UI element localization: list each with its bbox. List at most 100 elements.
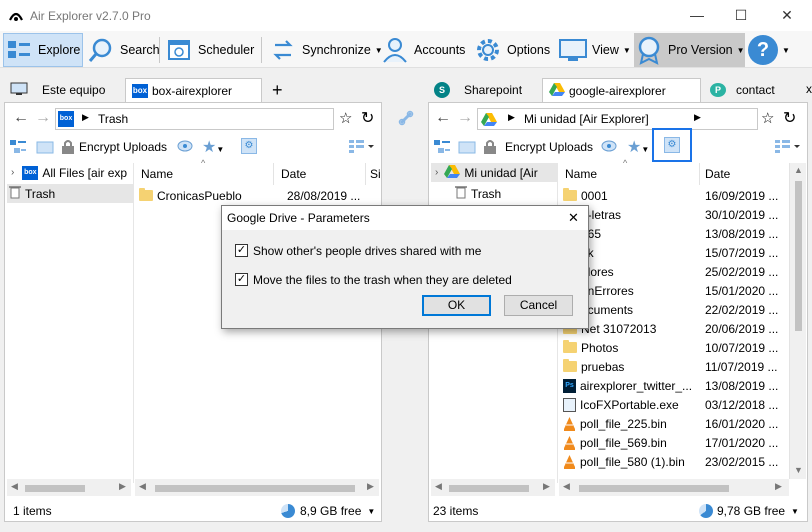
scroll-thumb[interactable] <box>25 485 85 492</box>
star-icon[interactable]: ☆ <box>339 109 352 127</box>
left-free-space[interactable]: 8,9 GB free ▼ <box>281 504 375 518</box>
forward-arrow-icon[interactable]: → <box>457 109 473 127</box>
left-list-hscroll[interactable]: ◀ ▶ <box>135 479 379 496</box>
tree-view-icon[interactable] <box>433 138 451 159</box>
scroll-right-icon[interactable]: ▶ <box>367 481 374 492</box>
scroll-left-icon[interactable]: ◀ <box>563 481 570 492</box>
new-folder-icon[interactable] <box>36 138 54 157</box>
scroll-down-icon[interactable]: ▼ <box>794 465 803 475</box>
parameters-gear-icon[interactable]: ⚙ <box>241 138 257 154</box>
tab-sharepoint[interactable]: S Sharepoint <box>428 78 528 102</box>
star-icon[interactable]: ☆ <box>761 109 774 127</box>
lock-icon <box>61 139 75 158</box>
column-name[interactable]: Name <box>141 167 173 181</box>
scroll-left-icon[interactable]: ◀ <box>139 481 146 492</box>
back-arrow-icon[interactable]: ← <box>13 109 29 127</box>
preview-icon[interactable] <box>177 139 193 156</box>
search-button[interactable]: Search <box>86 33 160 67</box>
right-vscroll[interactable]: ▲ ▼ <box>789 163 806 479</box>
scroll-right-icon[interactable]: ▶ <box>119 481 126 492</box>
add-tab-button[interactable]: + <box>266 78 289 102</box>
scroll-left-icon[interactable]: ◀ <box>435 481 442 492</box>
pro-version-button[interactable]: Pro Version ▼ <box>634 33 745 67</box>
file-row[interactable]: 1-letras 30/10/2019 ... <box>563 205 787 224</box>
refresh-icon[interactable]: ↻ <box>361 108 374 128</box>
synchronize-button[interactable]: Synchronize ▼ <box>268 33 383 67</box>
refresh-icon[interactable]: ↻ <box>783 108 796 128</box>
file-row[interactable]: poll_file_569.bin 17/01/2020 ... <box>563 433 787 452</box>
encrypt-uploads-button[interactable]: Encrypt Uploads <box>505 140 593 154</box>
maximize-button[interactable]: ☐ <box>718 0 764 31</box>
parameters-button-highlight[interactable]: ⚙ <box>652 128 692 162</box>
close-window-button[interactable]: ✕ <box>764 0 810 31</box>
scroll-right-icon[interactable]: ▶ <box>543 481 550 492</box>
options-button[interactable]: Options <box>473 33 550 67</box>
file-row[interactable]: poll_file_580 (1).bin 23/02/2015 ... <box>563 452 787 471</box>
explore-button[interactable]: Explore <box>3 33 83 67</box>
file-row[interactable]: Photos 10/07/2019 ... <box>563 338 787 357</box>
file-row[interactable]: IcoFXPortable.exe 03/12/2018 ... <box>563 395 787 414</box>
left-tree-hscroll[interactable]: ◀ ▶ <box>7 479 131 496</box>
help-button[interactable]: ? ▼ <box>748 33 790 67</box>
tree-item-all-files[interactable]: › box All Files [air exp <box>5 163 133 182</box>
column-date[interactable]: Date <box>281 167 306 181</box>
file-row[interactable]: olores 25/02/2019 ... <box>563 262 787 281</box>
file-row[interactable]: CronicasPueblo 28/08/2019 ... <box>139 186 379 205</box>
dialog-close-button[interactable]: ✕ <box>568 210 579 226</box>
parameters-gear-icon[interactable]: ⚙ <box>664 137 680 153</box>
file-row[interactable]: Ps airexplorer_twitter_... 13/08/2019 ... <box>563 376 787 395</box>
column-name[interactable]: Name <box>565 167 597 181</box>
new-folder-icon[interactable] <box>458 138 476 157</box>
favorites-star-icon[interactable]: ★▼ <box>627 137 649 157</box>
tab-este-equipo[interactable]: Este equipo <box>4 78 111 102</box>
column-size[interactable]: Si <box>370 167 381 181</box>
scroll-right-icon[interactable]: ▶ <box>775 481 782 492</box>
link-panes-icon[interactable] <box>398 110 414 129</box>
scroll-thumb[interactable] <box>579 485 729 492</box>
forward-arrow-icon[interactable]: → <box>35 109 51 127</box>
column-date[interactable]: Date <box>705 167 730 181</box>
back-arrow-icon[interactable]: ← <box>435 109 451 127</box>
right-tree-hscroll[interactable]: ◀ ▶ <box>431 479 555 496</box>
tab-close-icon[interactable]: x <box>806 82 812 96</box>
accounts-button[interactable]: Accounts <box>380 33 465 67</box>
right-free-space[interactable]: 9,78 GB free ▼ <box>699 504 799 518</box>
path-arrow-icon: ▶ <box>694 112 701 122</box>
scroll-up-icon[interactable]: ▲ <box>794 165 803 175</box>
tree-item-trash[interactable]: Trash <box>455 184 555 203</box>
minimize-button[interactable]: — <box>674 0 720 31</box>
file-row[interactable]: onErrores 15/01/2020 ... <box>563 281 787 300</box>
file-row[interactable]: pruebas 11/07/2019 ... <box>563 357 787 376</box>
scroll-thumb[interactable] <box>795 181 802 331</box>
file-row[interactable]: Net 31072013 20/06/2019 ... <box>563 319 787 338</box>
scroll-left-icon[interactable]: ◀ <box>11 481 18 492</box>
file-row[interactable]: 565 13/08/2019 ... <box>563 224 787 243</box>
scroll-thumb[interactable] <box>155 485 355 492</box>
ok-button[interactable]: OK <box>422 295 491 316</box>
view-mode-icon[interactable] <box>349 139 375 156</box>
tree-item-mi-unidad[interactable]: › Mi unidad [Air <box>431 163 557 182</box>
tab-box-airexplorer[interactable]: box box-airexplorer <box>125 78 262 102</box>
file-row[interactable]: ak 15/07/2019 ... <box>563 243 787 262</box>
encrypt-uploads-button[interactable]: Encrypt Uploads <box>79 140 167 154</box>
tab-contact[interactable]: P contact x <box>704 78 812 102</box>
preview-icon[interactable] <box>601 139 617 156</box>
tree-item-trash[interactable]: Trash <box>7 184 133 203</box>
scroll-thumb[interactable] <box>449 485 529 492</box>
view-mode-icon[interactable] <box>775 139 801 156</box>
checkbox-shared-drives[interactable]: ✓ <box>235 244 248 257</box>
file-row[interactable]: poll_file_225.bin 16/01/2020 ... <box>563 414 787 433</box>
tab-google-airexplorer[interactable]: google-airexplorer <box>542 78 701 102</box>
favorites-star-icon[interactable]: ★▼ <box>202 137 224 157</box>
scheduler-button[interactable]: Scheduler <box>164 33 254 67</box>
file-row[interactable]: 0001 16/09/2019 ... <box>563 186 787 205</box>
cancel-button[interactable]: Cancel <box>504 295 573 316</box>
view-button[interactable]: View ▼ <box>558 33 631 67</box>
right-list-hscroll[interactable]: ◀ ▶ <box>559 479 789 496</box>
left-path-bar[interactable]: box ▶ Trash <box>55 108 334 130</box>
sort-ascending-icon: ^ <box>201 158 206 168</box>
tree-view-icon[interactable] <box>9 138 27 159</box>
file-row[interactable]: ocuments 22/02/2019 ... <box>563 300 787 319</box>
checkbox-move-to-trash[interactable]: ✓ <box>235 273 248 286</box>
right-path-bar[interactable]: ▶ Mi unidad [Air Explorer] ▶ <box>477 108 758 130</box>
